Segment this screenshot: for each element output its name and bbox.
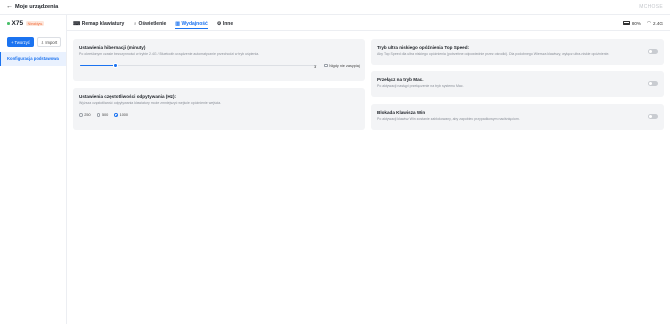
device-status: 80% ◠ 2.4G xyxy=(622,20,663,26)
tab-other-label: Inne xyxy=(222,21,234,27)
hibernation-desc: Po określonym czasie bezczynności w tryb… xyxy=(79,52,260,56)
never-sleep-option[interactable]: Nigdy nie zasypiaj xyxy=(324,64,360,68)
hibernation-card: Ustawienia hibernacji (minuty) Po określ… xyxy=(73,39,365,81)
import-button[interactable]: ⇩ Import xyxy=(37,37,61,47)
slider-handle[interactable] xyxy=(113,63,118,68)
connection-value: 2.4G xyxy=(653,20,663,26)
wifi-icon: ◠ xyxy=(647,20,652,25)
top-speed-toggle[interactable] xyxy=(648,49,658,54)
keyboard-icon: ⌨ xyxy=(73,21,81,27)
mac-mode-toggle[interactable] xyxy=(648,81,658,86)
mac-mode-title: Przełącz na tryb Mac. xyxy=(377,77,424,82)
tab-performance[interactable]: ▥ Wydajność xyxy=(175,19,208,29)
settings-icon: ⚙ xyxy=(216,21,222,27)
brand-logo: MCHOSE xyxy=(639,4,663,10)
top-speed-title: Tryb ultra niskiego opóźnienia Top Speed… xyxy=(377,45,470,50)
sidebar-item-basic-config[interactable]: Konfiguracja podstawowa xyxy=(0,52,66,66)
create-button-label: Tworzyć xyxy=(14,39,30,45)
win-lock-card: Blokada Klawisza Win Po aktywacji klawis… xyxy=(371,104,664,130)
device-name: X75 xyxy=(11,20,24,27)
sidebar: X75 Nieaktyw. + Tworzyć ⇩ Import Konfigu… xyxy=(0,15,67,324)
device-status-badge: Nieaktyw. xyxy=(26,21,45,26)
create-button[interactable]: + Tworzyć xyxy=(7,37,34,47)
radio-500[interactable] xyxy=(96,113,101,117)
polling-option-500[interactable]: 500 xyxy=(96,113,109,117)
win-lock-desc: Po aktywacji klawisz Win zostanie zablok… xyxy=(377,117,520,121)
polling-title: Ustawienia częstotliwości odpytywania (H… xyxy=(79,94,176,99)
device-header: X75 Nieaktyw. xyxy=(7,20,45,27)
polling-option-label: 500 xyxy=(101,113,109,117)
mac-mode-card: Przełącz na tryb Mac. Po aktywacji nastą… xyxy=(371,71,664,97)
top-speed-card: Tryb ultra niskiego opóźnienia Top Speed… xyxy=(371,39,664,65)
hibernation-value: 3 xyxy=(314,64,317,69)
connection-status: ◠ 2.4G xyxy=(647,20,663,26)
tab-divider xyxy=(67,30,670,31)
hibernation-slider[interactable] xyxy=(80,63,317,68)
never-sleep-label: Nigdy nie zasypiaj xyxy=(329,63,360,68)
tab-performance-label: Wydajność xyxy=(181,20,208,27)
tab-lighting[interactable]: ♁ Oświetlenie xyxy=(133,19,166,29)
page-title: Moje urządzenia xyxy=(15,4,59,10)
win-lock-title: Blokada Klawisza Win xyxy=(377,110,426,115)
back-arrow-icon[interactable]: ← xyxy=(6,3,13,10)
tab-remap-label: Remap klawiatury xyxy=(81,21,125,27)
tab-lighting-label: Oświetlenie xyxy=(138,21,167,27)
polling-card: Ustawienia częstotliwości odpytywania (H… xyxy=(73,88,365,130)
tab-other[interactable]: ⚙ Inne xyxy=(217,19,233,29)
mac-mode-desc: Po aktywacji nastąpi przełączenie na try… xyxy=(377,84,464,88)
polling-desc: Wyższa częstotliwość odpytywania klawiat… xyxy=(79,101,222,105)
radio-1000[interactable] xyxy=(114,113,119,117)
connection-dot-icon xyxy=(7,22,10,25)
battery-value: 80% xyxy=(631,20,642,26)
win-lock-toggle[interactable] xyxy=(648,114,658,119)
hibernation-title: Ustawienia hibernacji (minuty) xyxy=(79,45,146,50)
import-icon: ⇩ xyxy=(40,39,45,45)
polling-option-250[interactable]: 250 xyxy=(79,113,91,117)
performance-icon: ▥ xyxy=(175,20,181,27)
tab-remap[interactable]: ⌨ Remap klawiatury xyxy=(73,19,124,29)
import-button-label: Import xyxy=(45,39,58,45)
radio-250[interactable] xyxy=(79,113,83,117)
battery-icon xyxy=(622,21,630,25)
never-sleep-checkbox[interactable] xyxy=(324,63,328,68)
polling-option-label: 250 xyxy=(84,113,91,117)
polling-option-1000[interactable]: 1000 xyxy=(114,113,128,117)
polling-option-label: 1000 xyxy=(119,113,129,117)
top-bar: ← Moje urządzenia MCHOSE xyxy=(0,0,670,15)
top-speed-desc: Aby Top Speed dla ultra niskiego opóźnie… xyxy=(377,52,610,56)
tab-bar: ⌨ Remap klawiatury ♁ Oświetlenie ▥ Wydaj… xyxy=(73,19,233,29)
bulb-icon: ♁ xyxy=(133,21,137,27)
polling-options: 250 500 1000 xyxy=(79,113,128,117)
slider-fill xyxy=(80,65,116,67)
battery-status: 80% xyxy=(622,20,642,26)
plus-icon: + xyxy=(11,39,14,45)
